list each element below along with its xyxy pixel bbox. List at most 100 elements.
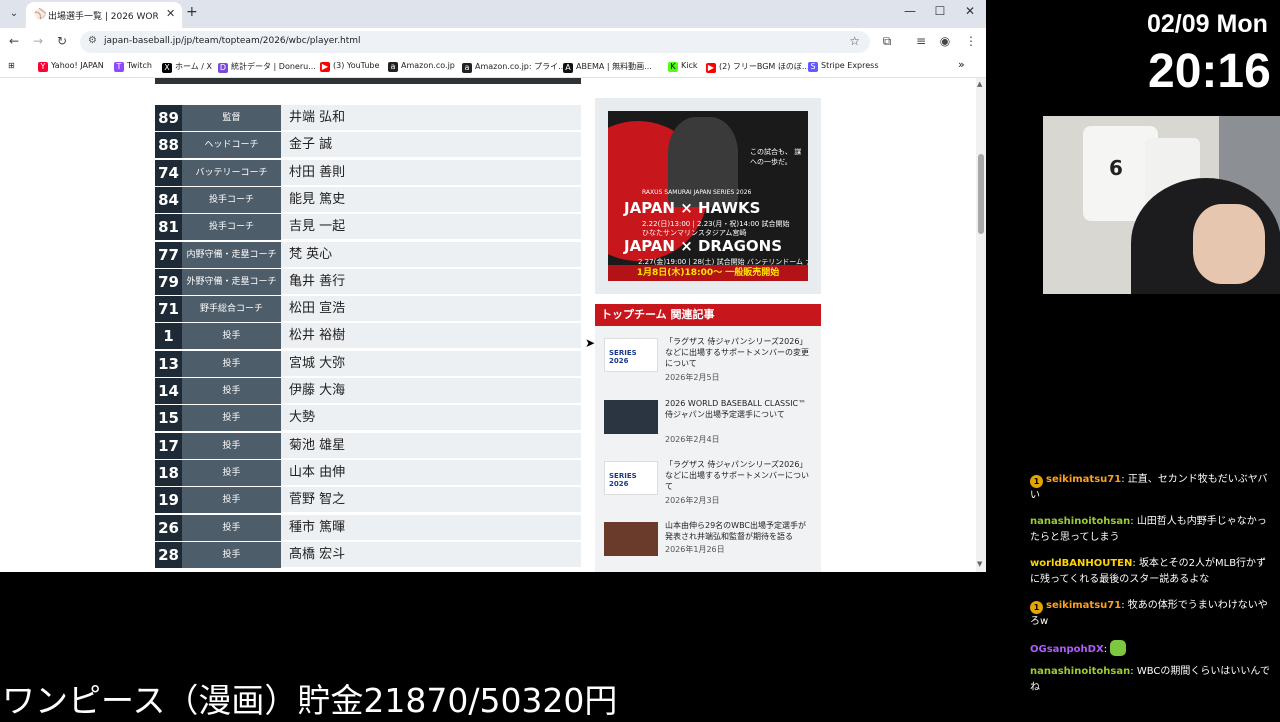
article-title[interactable]: 2026 WORLD BASEBALL CLASSIC™ 侍ジャパン出場予定選手… [665,398,813,420]
roster-row: 88 ヘッドコーチ 金子 誠 [155,132,581,159]
tab-bar: ⌄ ⚾ 出場選手一覧 | 2026 WORLD B ✕ + — ☐ ✕ [0,0,986,28]
new-tab-icon[interactable]: + [186,4,198,20]
overlay-date: 02/09 Mon [1147,10,1268,38]
profile-icon[interactable]: ◉ [936,34,954,48]
bookmark-item[interactable]: K Kick [668,61,698,72]
person-name: 種市 篤暉 [281,514,581,541]
chat-message: 1 seikimatsu71: 牧あの体形でうまいわけないやろw [1030,600,1268,627]
article-title[interactable]: 「ラグザス 侍ジャパンシリーズ2026」などに出場するサポートメンバーの変更につ… [665,336,813,369]
bookmarks-bar: ⊞ Y Yahoo! JAPAN T Twitch X ホーム / X D 統計データ … [0,56,986,78]
uniform-number: 15 [155,405,182,432]
address-bar[interactable]: ⚙ japan-baseball.jp/jp/team/topteam/2026… [80,31,870,53]
tab-search-icon[interactable]: ⌄ [4,4,24,24]
article-date: 2026年2月4日 [665,435,720,444]
role-label: 外野守備・走塁コーチ [182,268,281,295]
tab-close-icon[interactable]: ✕ [166,7,175,20]
chat-badge-icon: 1 [1030,475,1043,488]
roster-row: 79 外野守備・走塁コーチ 亀井 善行 [155,268,581,295]
twitch-icon: T [114,62,124,72]
menu-icon[interactable]: ⋮ [962,34,980,48]
scroll-up-icon[interactable]: ▲ [977,80,982,88]
doneru-icon: D [218,63,228,73]
article-item[interactable]: 山本由伸ら29名のWBC出場予定選手が発表され井端弘和監督が期待を語る 2026… [604,520,814,572]
roster-row: 18 投手 山本 由伸 [155,459,581,486]
role-label: 投手 [182,459,281,486]
person-name: 井端 弘和 [281,105,581,131]
role-label: 投手 [182,323,281,350]
webcam-feed: 6 [1043,116,1280,294]
bookmark-item[interactable]: T Twitch [114,61,152,72]
article-title[interactable]: 山本由伸ら29名のWBC出場予定選手が発表され井端弘和監督が期待を語る [665,520,813,542]
person-name: 梵 英心 [281,241,581,268]
person-name: 大勢 [281,405,581,432]
article-thumbnail: SERIES 2026 [604,461,658,495]
url-text[interactable]: japan-baseball.jp/jp/team/topteam/2026/w… [104,36,361,46]
scroll-down-icon[interactable]: ▼ [977,560,982,568]
extensions-icon[interactable]: ⧉ [878,34,896,49]
uniform-number: 1 [155,323,182,350]
forward-icon[interactable]: → [29,34,47,48]
uniform-number: 88 [155,132,182,159]
uniform-number: 79 [155,268,182,295]
role-label: 投手 [182,432,281,459]
amazon-icon: a [462,63,472,73]
banner-sale-info: 1月8日(木)18:00〜 一般販売開始 [608,265,808,281]
uniform-number: 28 [155,541,182,568]
page-scrollbar[interactable]: ▲ ▼ [976,78,986,572]
person-name: 亀井 善行 [281,268,581,295]
browser-toolbar: ← → ↻ ⚙ japan-baseball.jp/jp/team/toptea… [0,28,986,56]
bookmark-item[interactable]: a Amazon.co.jp [388,61,455,72]
site-info-icon[interactable]: ⚙ [88,35,97,46]
person-name: 菅野 智之 [281,487,581,514]
person-name: 吉見 一起 [281,214,581,241]
article-date: 2026年2月5日 [665,373,720,382]
scrollbar-thumb[interactable] [978,154,984,234]
window-close-icon[interactable]: ✕ [960,4,980,18]
uniform-number: 74 [155,159,182,186]
uniform-number: 71 [155,296,182,323]
article-title[interactable]: 「ラグザス 侍ジャパンシリーズ2026」などに出場するサポートメンバーについて [665,459,813,492]
roster-row: 81 投手コーチ 吉見 一起 [155,214,581,241]
series-banner[interactable]: この試合も、 謀への一歩だ。 RAXUS SAMURAI JAPAN SERIE… [608,111,808,281]
back-icon[interactable]: ← [5,34,23,48]
role-label: バッテリーコーチ [182,159,281,186]
article-item[interactable]: SERIES 2026 「ラグザス 侍ジャパンシリーズ2026」などに出場するサ… [604,459,814,515]
role-label: 投手 [182,405,281,432]
article-item[interactable]: 2026 WORLD BASEBALL CLASSIC™ 侍ジャパン出場予定選手… [604,398,814,454]
bookmark-item[interactable]: ▶ (2) フリーBGM ほのぼ... [706,61,810,73]
article-item[interactable]: SERIES 2026 「ラグザス 侍ジャパンシリーズ2026」などに出場するサ… [604,336,814,392]
roster-row: 28 投手 髙橋 宏斗 [155,541,581,568]
savings-overlay: ワンピース（漫画）貯金21870/50320円 [2,681,618,720]
roster-row: 26 投手 種市 篤暉 [155,514,581,541]
bookmark-item[interactable]: ▶ (3) YouTube [320,61,379,72]
article-thumbnail [604,522,658,556]
bookmark-item[interactable]: S Stripe Express [808,61,879,72]
bookmark-star-icon[interactable]: ☆ [849,34,860,48]
person-name: 髙橋 宏斗 [281,541,581,568]
x-icon: X [162,63,172,73]
active-tab[interactable]: ⚾ 出場選手一覧 | 2026 WORLD B ✕ [26,2,182,28]
bookmark-item[interactable]: A ABEMA | 無料動画... [563,61,652,73]
person-name: 村田 善則 [281,159,581,186]
article-date: 2026年1月26日 [665,545,725,554]
role-label: 監督 [182,105,281,131]
chat-overlay: 1 seikimatsu71: 正直、セカンド牧もだいぶヤバい nanashino… [1020,470,1280,720]
article-thumbnail [604,400,658,434]
apps-icon[interactable]: ⊞ [8,61,15,70]
role-label: 投手コーチ [182,186,281,213]
role-label: 投手 [182,541,281,568]
person-name: 松井 裕樹 [281,323,581,350]
person-name: 伊藤 大海 [281,378,581,404]
media-icon[interactable]: ≡ [912,34,930,48]
reload-icon[interactable]: ↻ [53,34,71,48]
more-bookmarks-icon[interactable]: » [958,58,965,71]
minimize-icon[interactable]: — [900,4,920,18]
bookmark-item[interactable]: D 統計データ | Doneru... [218,61,316,73]
bookmark-item[interactable]: X ホーム / X [162,61,212,73]
bookmark-item[interactable]: Y Yahoo! JAPAN [38,61,104,72]
maximize-icon[interactable]: ☐ [930,4,950,18]
yahoo-icon: Y [38,62,48,72]
bookmark-item[interactable]: a Amazon.co.jp: プライ... [462,61,566,73]
person-name: 宮城 大弥 [281,350,581,377]
person-name: 山本 由伸 [281,459,581,486]
